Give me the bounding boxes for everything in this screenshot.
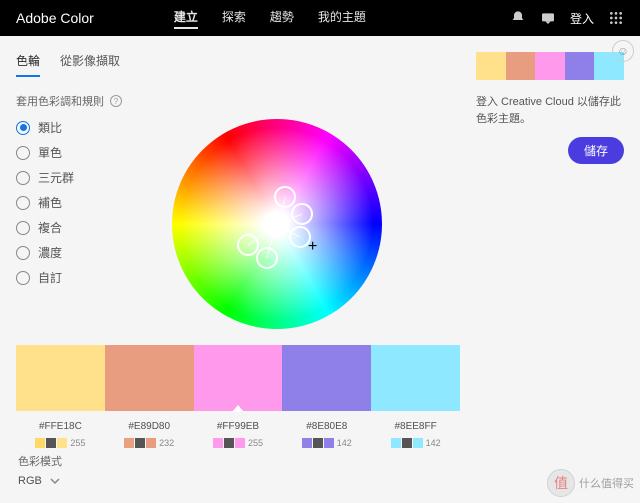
signin-message: 登入 Creative Cloud 以儲存此色彩主題。 [476,94,624,127]
chevron-down-icon [50,476,60,486]
rule-2[interactable]: 三元群 [16,169,74,186]
rule-4[interactable]: 複合 [16,219,74,236]
watermark: 值 什么值得买 [547,469,634,497]
wheel-handle-3[interactable] [256,247,278,269]
color-mode: 色彩模式 RGB [18,453,62,487]
feedback-icon[interactable]: ☺ [612,40,634,62]
channel-chips[interactable]: 232 [124,438,174,448]
nav-create[interactable]: 建立 [174,8,198,29]
tab-extract[interactable]: 從影像擷取 [60,52,120,77]
radio-icon [16,221,30,235]
nav-mythemes[interactable]: 我的主題 [318,8,366,29]
hex-value[interactable]: #FFE18C [39,421,82,432]
detail-row: #FFE18C 255 #E89D80 232 #FF99EB 255 #8E80E8 142… [16,421,460,448]
logo: Adobe Color [16,10,94,26]
save-button[interactable]: 儲存 [568,137,624,164]
radio-icon [16,271,30,285]
rule-0[interactable]: 類比 [16,119,74,136]
detail-1: #E89D80 232 [105,421,194,448]
rule-5[interactable]: 濃度 [16,244,74,261]
nav-trends[interactable]: 趨勢 [270,8,294,29]
radio-icon [16,121,30,135]
swatch-3[interactable] [282,345,371,411]
hex-value[interactable]: #8E80E8 [306,421,347,432]
mode-tabs: 色輪 從影像擷取 [16,52,460,77]
swatch-4[interactable] [371,345,460,411]
wheel-cursor[interactable]: + [308,238,317,256]
harmony-rules: 類比單色三元群補色複合濃度自訂 [16,119,74,329]
active-marker [232,405,244,412]
bell-icon[interactable] [510,10,526,26]
channel-chips[interactable]: 142 [302,438,352,448]
chat-icon[interactable] [540,10,556,26]
main-nav: 建立 探索 趨勢 我的主題 [174,8,366,29]
detail-2: #FF99EB 255 [194,421,283,448]
hex-value[interactable]: #E89D80 [128,421,170,432]
swatch-1[interactable] [105,345,194,411]
signin-link[interactable]: 登入 [570,10,594,27]
detail-4: #8EE8FF 142 [371,421,460,448]
channel-chips[interactable]: 255 [213,438,263,448]
wheel-handle-0[interactable] [274,186,296,208]
app-header: Adobe Color 建立 探索 趨勢 我的主題 登入 [0,0,640,36]
hex-value[interactable]: #FF99EB [217,421,259,432]
detail-3: #8E80E8 142 [282,421,371,448]
nav-explore[interactable]: 探索 [222,8,246,29]
swatch-2[interactable] [194,345,283,411]
rule-3[interactable]: 補色 [16,194,74,211]
header-right: 登入 [510,10,624,27]
wheel-handle-1[interactable] [291,203,313,225]
theme-preview [476,52,624,80]
color-wheel[interactable]: + [172,119,382,329]
channel-chips[interactable]: 142 [391,438,441,448]
radio-icon [16,171,30,185]
tab-wheel[interactable]: 色輪 [16,52,40,77]
watermark-icon: 值 [547,469,575,497]
radio-icon [16,246,30,260]
apps-icon[interactable] [608,10,624,26]
wheel-handle-4[interactable] [237,234,259,256]
mode-select[interactable]: RGB [18,475,62,487]
rule-1[interactable]: 單色 [16,144,74,161]
detail-0: #FFE18C 255 [16,421,105,448]
radio-icon [16,196,30,210]
radio-icon [16,146,30,160]
help-icon[interactable]: ? [110,95,122,107]
rules-label: 套用色彩調和規則 ? [16,93,460,109]
hex-value[interactable]: #8EE8FF [394,421,436,432]
swatch-0[interactable] [16,345,105,411]
rule-6[interactable]: 自訂 [16,269,74,286]
swatch-row [16,345,460,411]
channel-chips[interactable]: 255 [35,438,85,448]
